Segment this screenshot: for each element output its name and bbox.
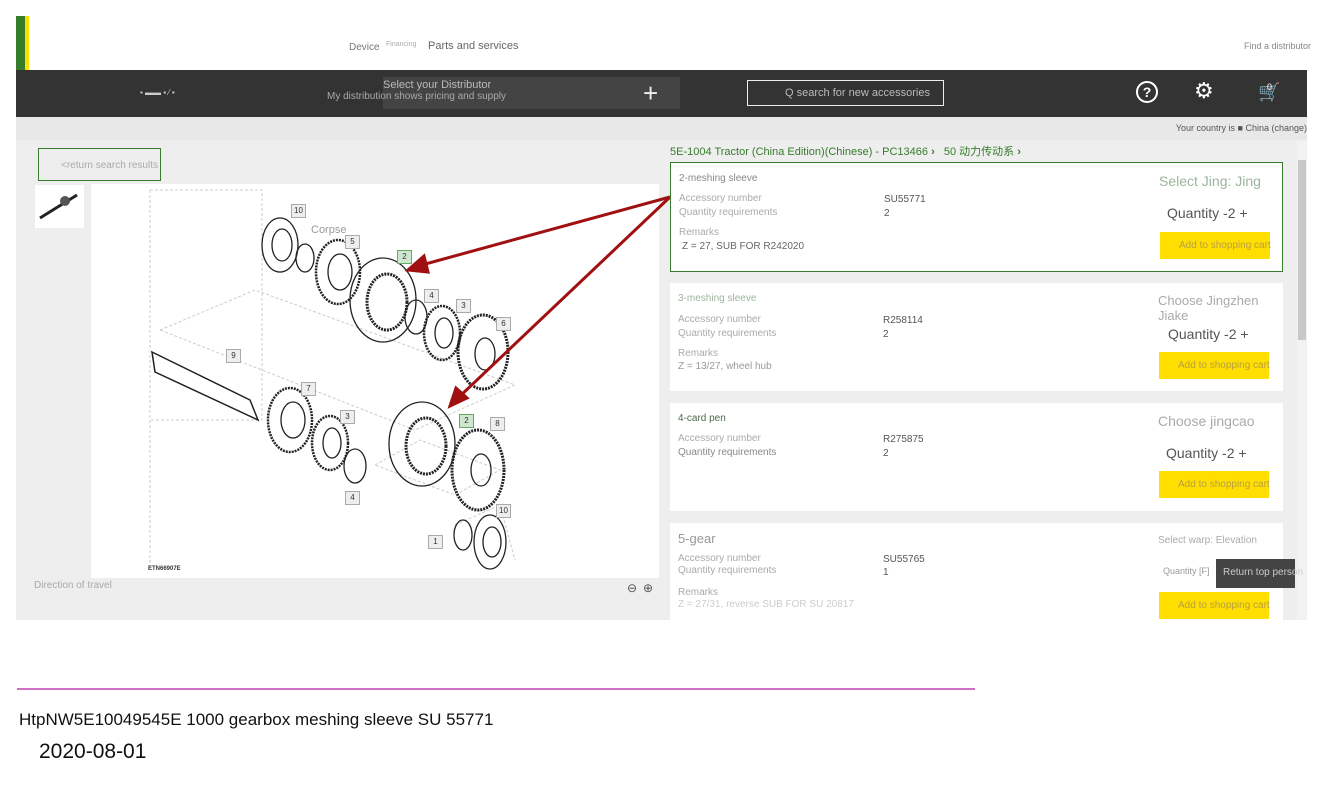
qty-value: 1 [883,567,889,578]
quantity-stepper[interactable]: Quantity -2 + [1167,205,1248,221]
qty-req-label: Quantity requirements [679,207,778,218]
quantity-stepper[interactable]: Quantity -2 + [1168,326,1249,342]
add-to-cart-button[interactable]: Add to shopping cart [1159,471,1270,498]
part-name[interactable]: 4-card pen [678,413,726,424]
variant-select[interactable]: Choose Jingzhen Jiake [1158,293,1283,323]
nav-device[interactable]: Device [349,42,380,53]
callout-3[interactable]: 3 [340,410,355,424]
qty-value: 2 [883,448,889,459]
search-input[interactable]: Q search for new accessories [747,80,944,106]
breadcrumb-model[interactable]: 5E-1004 Tractor (China Edition)(Chinese)… [670,146,928,158]
nav-financing[interactable]: Financing [386,41,416,48]
distributor-subtitle: My distribution shows pricing and supply [327,91,506,102]
brand-logo-bar [16,16,29,70]
part-card: 5-gear Accessory number Quantity require… [670,523,1283,620]
callout-8[interactable]: 8 [490,417,505,431]
return-search-results-button[interactable]: <return search results [38,148,161,181]
diagram-thumbnail[interactable] [35,185,84,228]
caption: HtpNW5E10049545E 1000 gearbox meshing sl… [19,710,494,729]
breadcrumb: 5E-1004 Tractor (China Edition)(Chinese)… [670,146,1021,158]
part-name[interactable]: 2-meshing sleeve [679,173,757,184]
parts-diagram[interactable] [91,184,659,578]
callout-9[interactable]: 9 [226,349,241,363]
callout-5[interactable]: 5 [345,235,360,249]
callout-7[interactable]: 7 [301,382,316,396]
gear-icon[interactable]: ⚙ [1194,78,1214,104]
accessory-label: Accessory number [678,314,761,325]
variant-select[interactable]: Choose jingcao [1158,413,1255,429]
zoom-out-icon[interactable]: ⊖ [627,581,637,595]
help-icon[interactable]: ? [1136,81,1158,103]
part-number: SU55771 [884,194,926,205]
remarks-value: Z = 13/27, wheel hub [678,361,772,372]
part-name[interactable]: 3-meshing sleeve [678,293,756,304]
part-number: R275875 [883,434,924,445]
remarks-label: Remarks [678,587,719,598]
qty-req-label: Quantity requirements [678,328,777,339]
nav-parts-services[interactable]: Parts and services [428,40,518,52]
logo-blurred: ▪ ▬▬ ▪ ⁄ ▪ [140,88,175,97]
breadcrumb-section[interactable]: 50 动力传动系 [944,146,1014,158]
callout-4[interactable]: 4 [345,491,360,505]
plus-icon[interactable]: + [643,78,658,108]
qty-value: 2 [884,208,890,219]
direction-of-travel: Direction of travel [34,580,112,591]
callout-4[interactable]: 4 [424,289,439,303]
corpse-label: Corpse [311,224,347,236]
variant-select[interactable]: Select warp: Elevation [1158,535,1257,546]
callout-10[interactable]: 10 [496,504,511,518]
distributor-title: Select your Distributor [383,79,492,91]
callout-6[interactable]: 6 [496,317,511,331]
accessory-label: Accessory number [678,433,761,444]
qty-value: 2 [883,329,889,340]
callout-2[interactable]: 2 [459,414,474,428]
accessory-label: Accessory number [678,553,761,564]
remarks-label: Remarks [678,348,719,359]
qty-req-label: Quantity requirements [678,447,777,458]
find-distributor-link[interactable]: Find a distributor [1244,41,1311,51]
accessory-label: Accessory number [679,193,762,204]
date: 2020-08-01 [39,740,147,763]
quantity-stepper[interactable]: Quantity [F] [1163,566,1210,576]
callout-3[interactable]: 3 [456,299,471,313]
part-card: 2-meshing sleeve Accessory number Quanti… [670,162,1283,272]
callout-2[interactable]: 2 [397,250,412,264]
divider [17,688,975,690]
country-strip [16,117,1307,140]
qty-req-label: Quantity requirements [678,565,777,576]
diagram-code: ETN66907E [148,566,181,572]
remarks-value: Z = 27, SUB FOR R242020 [682,241,805,252]
scrollbar-thumb[interactable] [1298,160,1306,340]
part-number: SU55765 [883,554,925,565]
remarks-value: Z = 27/31, reverse SUB FOR SU 20817 [678,599,854,610]
return-top-button[interactable]: Return top person [1216,559,1303,588]
remarks-label: Remarks [679,227,720,238]
callout-10[interactable]: 10 [291,204,306,218]
add-to-cart-button[interactable]: Add to shopping cart [1160,232,1271,259]
quantity-stepper[interactable]: Quantity -2 + [1166,445,1247,461]
part-number: R258114 [883,315,923,326]
add-to-cart-button[interactable]: Add to shopping cart [1159,592,1270,619]
part-card: 3-meshing sleeve Accessory number Quanti… [670,283,1283,391]
callout-1[interactable]: 1 [428,535,443,549]
part-card: 4-card pen Accessory number Quantity req… [670,403,1283,511]
country-selector[interactable]: Your country is ■ China (change) [1176,123,1307,133]
zoom-in-icon[interactable]: ⊕ [643,581,653,595]
variant-select[interactable]: Select Jing: Jing [1159,173,1261,189]
cart-count: 0 [1267,82,1273,92]
part-name[interactable]: 5-gear [678,531,716,546]
add-to-cart-button[interactable]: Add to shopping cart [1159,352,1270,379]
